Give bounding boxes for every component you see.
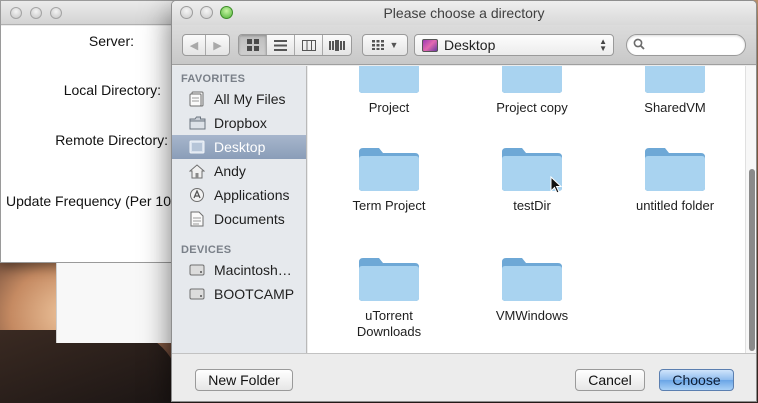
folder-item[interactable]: untitled folder (610, 144, 740, 214)
folder-label: uTorrent Downloads (356, 308, 422, 339)
folder-icon (645, 148, 705, 191)
dialog-titlebar[interactable]: Please choose a directory (172, 1, 756, 25)
update-frequency-label: Update Frequency (Per 10 (6, 193, 171, 209)
coverflow-view-icon[interactable] (323, 35, 351, 55)
sidebar-item-documents[interactable]: Documents (172, 207, 306, 231)
close-icon[interactable] (10, 7, 22, 19)
list-view-icon[interactable] (267, 35, 295, 55)
search-input[interactable] (626, 34, 746, 56)
sidebar-item-label: Applications (214, 187, 290, 203)
documents-icon (188, 211, 206, 228)
view-mode-selector[interactable] (238, 34, 352, 56)
minimize-icon[interactable] (30, 7, 42, 19)
folder-label: Project copy (496, 100, 568, 115)
background-window-shadow-panel (56, 263, 186, 343)
back-arrow-icon[interactable]: ◀ (183, 35, 206, 55)
sidebar-item-label: All My Files (214, 91, 286, 107)
popup-arrows-icon: ▲ ▼ (599, 37, 607, 53)
folder-label: VMWindows (495, 308, 569, 323)
remote-directory-label: Remote Directory: (55, 132, 168, 148)
sidebar-item-desktop[interactable]: Desktop (172, 135, 306, 159)
icon-view-icon[interactable] (239, 35, 267, 55)
all-files-icon (188, 91, 206, 108)
sidebar: FAVORITES All My Files Dropbox Desktop A… (172, 66, 307, 353)
search-icon (633, 38, 645, 50)
forward-arrow-icon[interactable]: ▶ (206, 35, 229, 55)
harddrive-icon (188, 286, 206, 303)
background-window-content: Server: Local Directory: Remote Director… (1, 26, 183, 262)
chevron-down-icon: ▼ (389, 40, 399, 50)
folder-icon (359, 148, 419, 191)
sidebar-item-andy[interactable]: Andy (172, 159, 306, 183)
folder-label: Term Project (352, 198, 426, 213)
new-folder-button[interactable]: New Folder (195, 369, 293, 391)
sidebar-item-applications[interactable]: Applications (172, 183, 306, 207)
sidebar-item-label: Desktop (214, 139, 266, 155)
dialog-toolbar: ◀ ▶ ▼ Desktop ▲ ▼ (172, 25, 756, 65)
cancel-button[interactable]: Cancel (575, 369, 645, 391)
folder-icon (502, 66, 562, 93)
sidebar-header-favorites: FAVORITES (181, 73, 246, 85)
arrange-grid-icon[interactable]: ▼ (362, 34, 408, 56)
location-popup[interactable]: Desktop ▲ ▼ (414, 34, 614, 56)
sidebar-header-devices: DEVICES (181, 244, 232, 256)
desktop-icon (422, 38, 438, 52)
sidebar-item-label: Documents (214, 211, 285, 227)
sidebar-item-label: Dropbox (214, 115, 267, 131)
zoom-icon[interactable] (50, 7, 62, 19)
content-scrollbar[interactable] (745, 66, 756, 353)
background-window[interactable]: Server: Local Directory: Remote Director… (0, 0, 184, 263)
folder-item[interactable]: SharedVM (610, 66, 740, 116)
background-window-titlebar[interactable] (1, 1, 183, 25)
folder-item[interactable]: Project (324, 66, 454, 116)
folder-item[interactable]: Project copy (467, 66, 597, 116)
sidebar-item-label: Andy (214, 163, 246, 179)
folder-item[interactable]: testDir (467, 144, 597, 214)
sidebar-item-bootcamp[interactable]: BOOTCAMP (172, 282, 306, 306)
folder-icon (359, 258, 419, 301)
folder-icon (645, 66, 705, 93)
scrollbar-thumb[interactable] (749, 169, 755, 351)
folder-icon (502, 258, 562, 301)
sidebar-item-all-my-files[interactable]: All My Files (172, 87, 306, 111)
location-label: Desktop (444, 37, 496, 53)
dialog-title: Please choose a directory (383, 5, 545, 21)
folder-label: testDir (513, 198, 551, 213)
folder-icon (188, 115, 206, 132)
sidebar-item-label: BOOTCAMP (214, 286, 295, 302)
mouse-cursor-icon (550, 176, 562, 194)
sidebar-item-dropbox[interactable]: Dropbox (172, 111, 306, 135)
folder-label: SharedVM (644, 100, 706, 115)
folder-label: Project (368, 100, 410, 115)
folder-label: untitled folder (635, 198, 715, 213)
choose-directory-dialog[interactable]: Please choose a directory ◀ ▶ ▼ Desktop … (171, 0, 757, 402)
folder-item[interactable]: VMWindows (467, 254, 597, 324)
folder-icon (359, 66, 419, 93)
navigation-buttons[interactable]: ◀ ▶ (182, 34, 230, 56)
harddrive-icon (188, 262, 206, 279)
applications-icon (188, 187, 206, 204)
sidebar-item-label: Macintosh… (214, 262, 292, 278)
local-directory-label: Local Directory: (63, 82, 161, 98)
column-view-icon[interactable] (295, 35, 323, 55)
folder-item[interactable]: Term Project (324, 144, 454, 214)
server-label: Server: (88, 33, 134, 49)
dialog-button-bar: New Folder Cancel Choose (172, 353, 756, 401)
choose-button[interactable]: Choose (659, 369, 734, 391)
file-browser-content[interactable]: Project Project copy SharedVM Term Proje… (308, 66, 745, 353)
desktop-icon (188, 139, 206, 156)
sidebar-item-macintosh-hd[interactable]: Macintosh… (172, 258, 306, 282)
folder-item[interactable]: uTorrent Downloads (324, 254, 454, 340)
home-icon (188, 163, 206, 180)
